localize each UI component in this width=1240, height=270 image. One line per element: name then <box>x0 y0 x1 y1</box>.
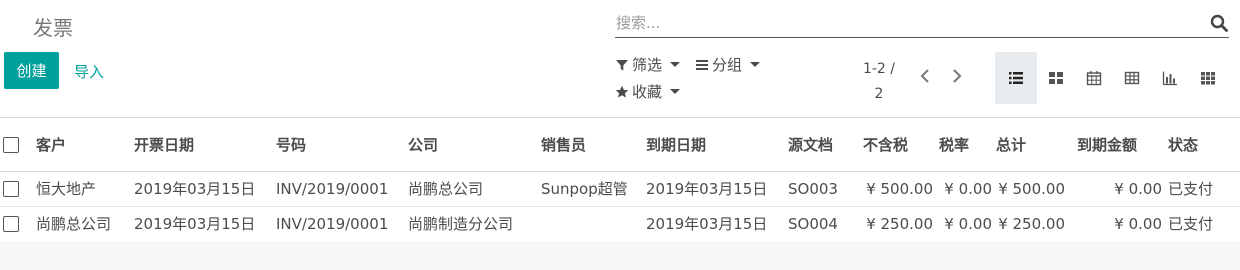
chevron-down-icon <box>670 89 681 94</box>
cell-source: SO003 <box>788 171 863 207</box>
cell-salesperson <box>541 206 646 242</box>
column-header-customer[interactable]: 客户 <box>36 118 134 172</box>
create-button[interactable]: 创建 <box>4 52 59 89</box>
kanban-view-button[interactable] <box>1037 52 1075 104</box>
column-header-invoice-date[interactable]: 开票日期 <box>134 118 276 172</box>
pivot-icon <box>1124 71 1140 85</box>
search-icon[interactable] <box>1210 14 1228 32</box>
cell-customer: 尚鹏总公司 <box>36 206 134 242</box>
cell-invoice-date: 2019年03月15日 <box>134 206 276 242</box>
cell-tax: ¥ 0.00 <box>935 171 996 207</box>
table-footer <box>0 241 1240 270</box>
pager-value[interactable]: 1-2 / 2 <box>857 57 901 107</box>
cell-total: ¥ 500.00 <box>996 171 1077 207</box>
cell-due-date: 2019年03月15日 <box>646 171 788 207</box>
import-button[interactable]: 导入 <box>74 61 104 82</box>
column-header-due-date[interactable]: 到期日期 <box>646 118 788 172</box>
column-header-amount-due[interactable]: 到期金额 <box>1077 118 1168 172</box>
calendar-icon <box>1086 71 1102 86</box>
cell-amount-due: ¥ 0.00 <box>1077 206 1168 242</box>
cell-untaxed: ¥ 250.00 <box>863 206 935 242</box>
cell-invoice-date: 2019年03月15日 <box>134 171 276 207</box>
calendar-view-button[interactable] <box>1075 52 1113 104</box>
list-view-button[interactable] <box>995 52 1037 104</box>
graph-view-button[interactable] <box>1151 52 1189 104</box>
column-header-status[interactable]: 状态 <box>1168 118 1240 172</box>
grid-icon <box>1201 72 1215 85</box>
invoice-table: 客户 开票日期 号码 公司 销售员 到期日期 源文档 不含税 税率 总计 到期金… <box>0 118 1240 242</box>
cell-salesperson: Sunpop超管 <box>541 171 646 207</box>
cell-source: SO004 <box>788 206 863 242</box>
table-row[interactable]: 尚鹏总公司 2019年03月15日 INV/2019/0001 尚鹏制造分公司 … <box>0 206 1240 242</box>
cell-status: 已支付 <box>1168 171 1240 207</box>
view-switcher <box>995 52 1227 104</box>
column-header-total[interactable]: 总计 <box>996 118 1077 172</box>
cell-total: ¥ 250.00 <box>996 206 1077 242</box>
table-row[interactable]: 恒大地产 2019年03月15日 INV/2019/0001 尚鹏总公司 Sun… <box>0 171 1240 207</box>
cell-due-date: 2019年03月15日 <box>646 206 788 242</box>
cell-company: 尚鹏总公司 <box>408 171 541 207</box>
row-checkbox[interactable] <box>0 206 36 242</box>
cell-company: 尚鹏制造分公司 <box>408 206 541 242</box>
pivot-view-button[interactable] <box>1113 52 1151 104</box>
control-panel: 发票 创建 导入 筛选 分组 收藏 1-2 / 2 <box>0 0 1240 118</box>
star-icon <box>615 85 629 98</box>
column-header-salesperson[interactable]: 销售员 <box>541 118 646 172</box>
bar-chart-icon <box>1162 71 1177 86</box>
cell-untaxed: ¥ 500.00 <box>863 171 935 207</box>
table-header-row: 客户 开票日期 号码 公司 销售员 到期日期 源文档 不含税 税率 总计 到期金… <box>0 118 1240 172</box>
cell-amount-due: ¥ 0.00 <box>1077 171 1168 207</box>
row-checkbox[interactable] <box>0 171 36 207</box>
cell-tax: ¥ 0.00 <box>935 206 996 242</box>
cell-number: INV/2019/0001 <box>276 171 408 207</box>
grid-view-button[interactable] <box>1189 52 1227 104</box>
cell-number: INV/2019/0001 <box>276 206 408 242</box>
chevron-right-icon[interactable] <box>950 66 964 86</box>
search-bar <box>615 8 1229 38</box>
column-header-number[interactable]: 号码 <box>276 118 408 172</box>
favorites-dropdown[interactable]: 收藏 <box>615 81 681 102</box>
column-header-source[interactable]: 源文档 <box>788 118 863 172</box>
cell-customer: 恒大地产 <box>36 171 134 207</box>
group-by-dropdown[interactable]: 分组 <box>695 54 761 75</box>
search-input[interactable] <box>616 12 1196 34</box>
kanban-icon <box>1049 72 1063 84</box>
list-icon <box>1009 72 1023 84</box>
filter-label: 筛选 <box>632 56 663 74</box>
cell-status: 已支付 <box>1168 206 1240 242</box>
bars-icon <box>696 59 708 70</box>
chevron-down-icon <box>670 62 681 67</box>
chevron-left-icon[interactable] <box>918 66 932 86</box>
favorites-label: 收藏 <box>632 83 663 101</box>
group-label: 分组 <box>712 56 743 74</box>
column-header-company[interactable]: 公司 <box>408 118 541 172</box>
select-all-checkbox[interactable] <box>0 118 36 172</box>
page-title: 发票 <box>33 16 73 40</box>
column-header-tax[interactable]: 税率 <box>935 118 996 172</box>
chevron-down-icon <box>750 62 761 67</box>
column-header-untaxed[interactable]: 不含税 <box>863 118 935 172</box>
filter-dropdown[interactable]: 筛选 <box>615 54 681 75</box>
filter-icon <box>616 59 628 70</box>
